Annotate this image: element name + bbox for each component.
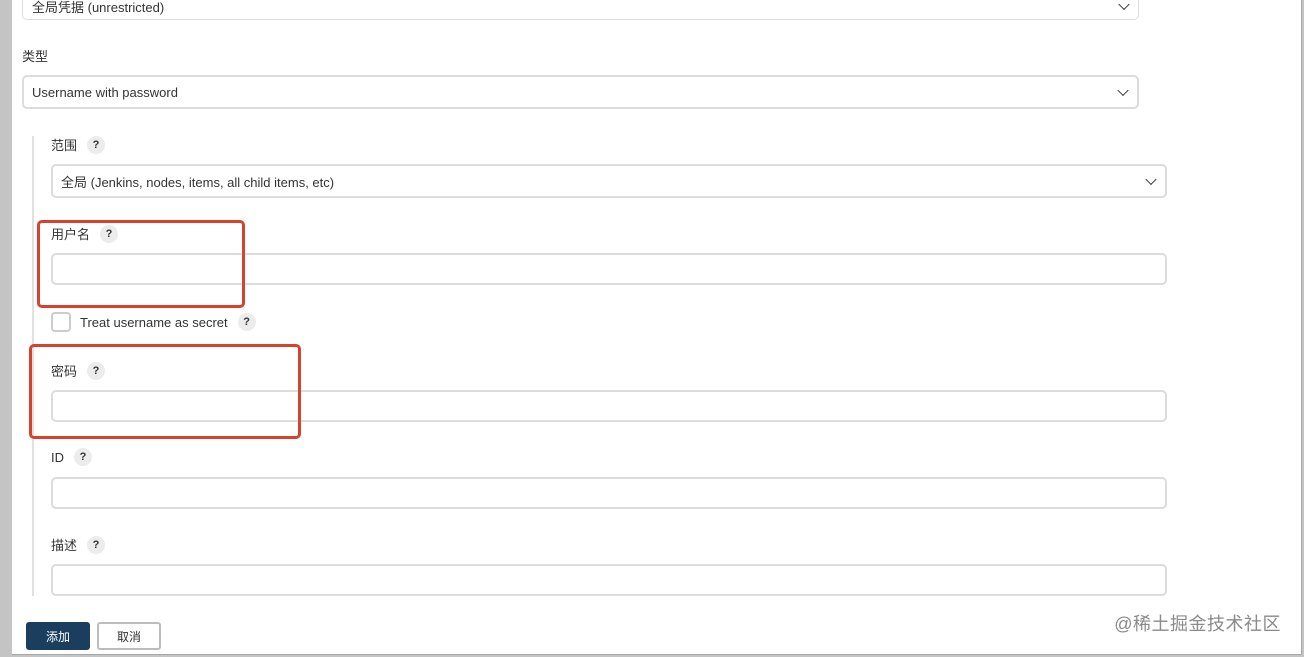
chevron-down-icon [1145,173,1157,186]
nested-section-indicator [32,136,34,596]
watermark: @稀土掘金技术社区 [1114,614,1281,634]
help-icon[interactable]: ? [100,224,119,243]
id-label: ID ? [51,448,92,466]
chevron-down-icon [1118,0,1130,11]
scope-label-text: 范围 [51,138,78,153]
description-label: 描述 ? [51,535,106,554]
kind-select[interactable]: Username with password [22,75,1139,109]
username-label-text: 用户名 [51,227,91,242]
help-icon[interactable]: ? [87,361,106,380]
kind-label-text: 类型 [22,49,49,64]
chevron-down-icon [1117,84,1129,97]
add-button[interactable]: 添加 [26,622,90,650]
username-input[interactable] [51,253,1167,285]
scope-label: 范围 ? [51,135,106,154]
username-secret-checkbox[interactable] [51,312,71,332]
password-label-text: 密码 [51,364,78,379]
id-label-text: ID [51,449,64,465]
help-icon[interactable]: ? [87,135,106,154]
scope-select-value: 全局 (Jenkins, nodes, items, all child ite… [61,174,335,190]
description-label-text: 描述 [51,538,78,553]
username-secret-label: Treat username as secret ? [80,313,256,331]
domain-select[interactable]: 全局凭据 (unrestricted) [22,0,1139,20]
help-icon[interactable]: ? [87,535,106,554]
help-icon[interactable]: ? [237,313,256,331]
kind-label: 类型 [22,46,48,65]
scope-select[interactable]: 全局 (Jenkins, nodes, items, all child ite… [51,164,1167,198]
password-label: 密码 ? [51,361,106,380]
help-icon[interactable]: ? [74,448,92,466]
username-label: 用户名 ? [51,224,119,243]
password-input[interactable] [51,390,1167,422]
kind-select-value: Username with password [32,84,178,100]
cancel-button[interactable]: 取消 [97,622,161,650]
domain-select-value: 全局凭据 (unrestricted) [32,0,165,15]
id-input[interactable] [51,477,1167,509]
credentials-form-panel: 全局凭据 (unrestricted) 类型 Username with pas… [12,0,1302,655]
description-input[interactable] [51,564,1167,596]
username-secret-label-text: Treat username as secret [80,314,228,330]
